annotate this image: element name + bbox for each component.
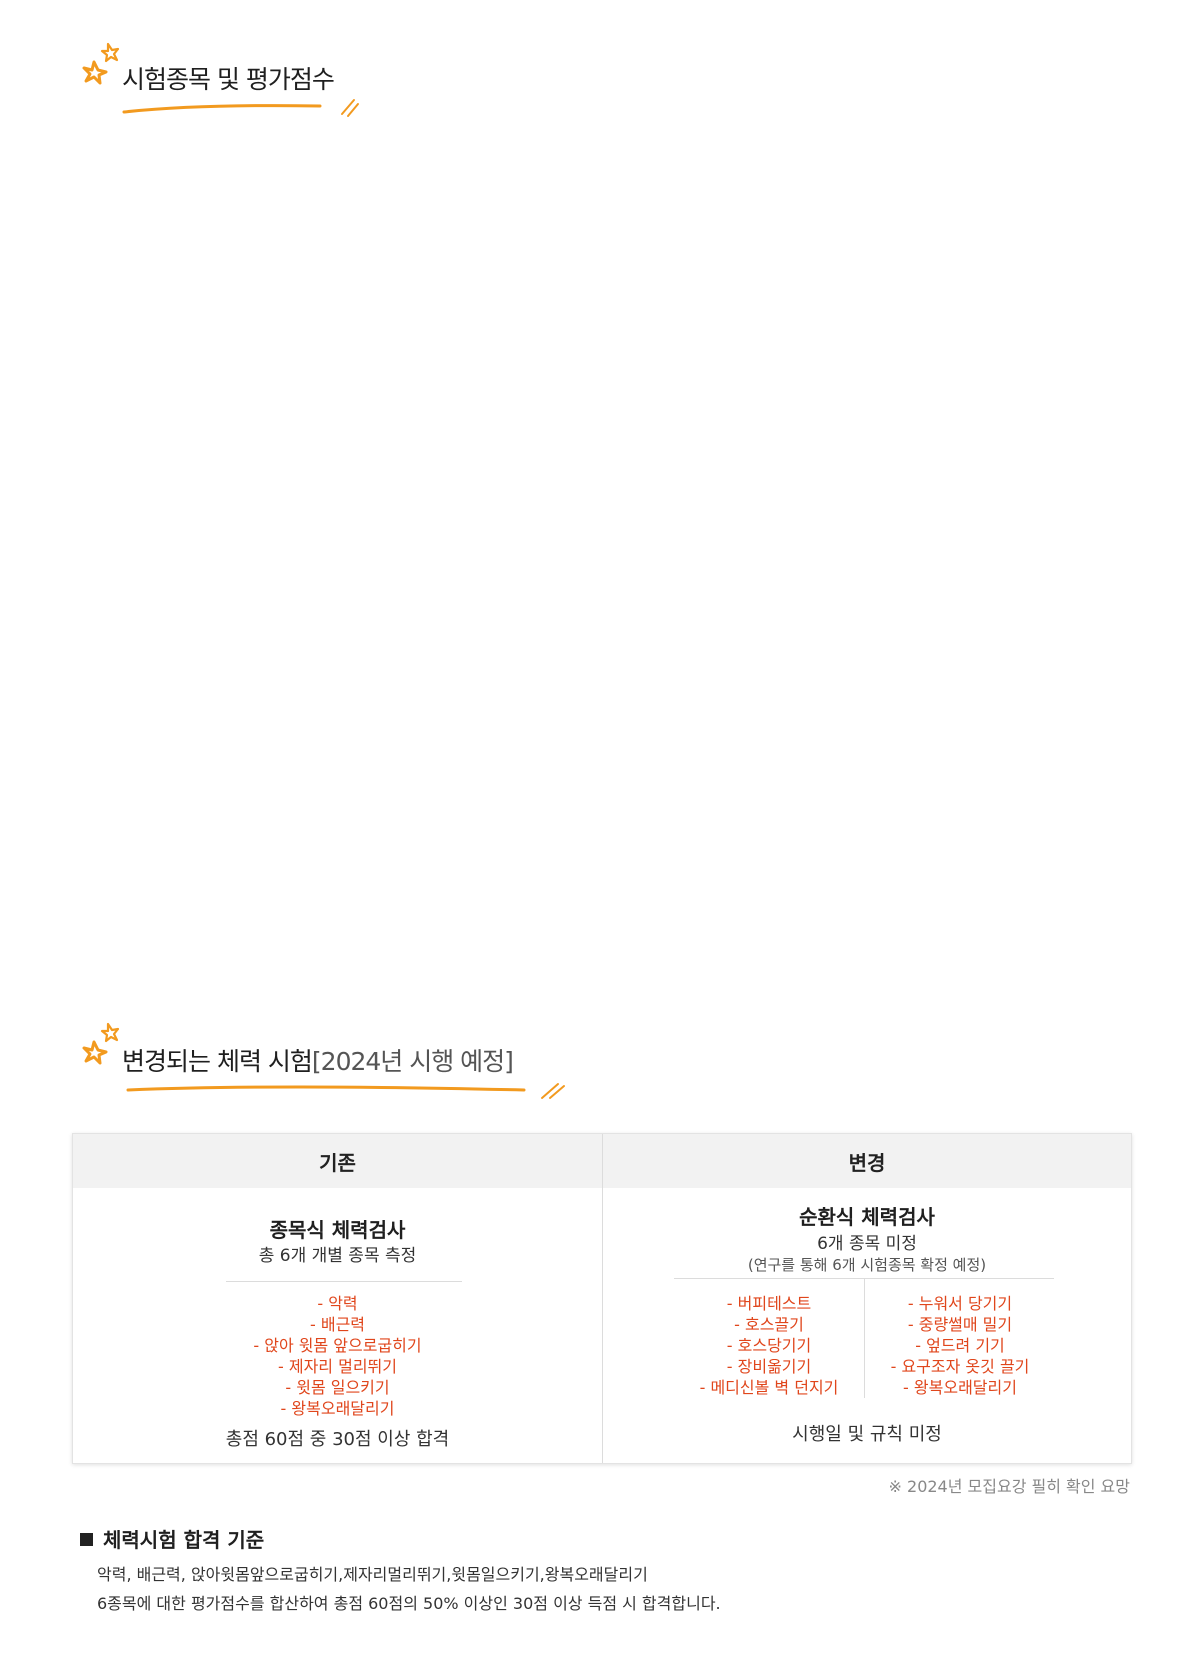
- list-item: 장비옮기기: [674, 1356, 864, 1377]
- criteria-heading: 체력시험 합격 기준: [80, 1524, 264, 1553]
- changed-plan-name: 순환식 체력검사: [799, 1205, 935, 1229]
- existing-plan-sub: 총 6개 개별 종목 측정: [258, 1246, 417, 1266]
- changed-items-right-list: 누워서 당기기 중량썰매 밀기 엎드려 기기 요구조자 옷깃 끌기 왕복오래달리…: [865, 1293, 1055, 1398]
- list-item: 호스당기기: [674, 1335, 864, 1356]
- column-divider: [602, 1134, 603, 1463]
- list-item: 왕복오래달리기: [865, 1377, 1055, 1398]
- list-item: 중량썰매 밀기: [865, 1314, 1055, 1335]
- section-heading-exam-items: 시험종목 및 평가점수: [72, 40, 392, 120]
- criteria-line-1: 악력, 배근력, 앉아윗몸앞으로굽히기,제자리멀리뛰기,윗몸일으키기,왕복오래달…: [97, 1565, 648, 1584]
- list-item: 누워서 당기기: [865, 1293, 1055, 1314]
- criteria-line-2: 6종목에 대한 평가점수를 합산하여 총점 60점의 50% 이상인 30점 이…: [97, 1594, 721, 1613]
- table-header-existing: 기존: [73, 1134, 602, 1188]
- changed-plan-sub: 6개 종목 미정: [817, 1234, 917, 1254]
- comparison-table: 기존 변경 종목식 체력검사 총 6개 개별 종목 측정 악력 배근력 앉아 윗…: [72, 1133, 1132, 1464]
- changed-items-left-list: 버피테스트 호스끌기 호스당기기 장비옮기기 메디신볼 벽 던지기: [674, 1293, 864, 1398]
- list-item: 제자리 멀리뛰기: [73, 1356, 602, 1377]
- changed-plan-note: (연구를 통해 6개 시험종목 확정 예정): [747, 1256, 987, 1274]
- criteria-title-text: 체력시험 합격 기준: [103, 1528, 265, 1552]
- list-item: 왕복오래달리기: [73, 1398, 602, 1419]
- square-bullet-icon: [80, 1533, 93, 1546]
- list-item: 요구조자 옷깃 끌기: [865, 1356, 1055, 1377]
- list-item: 메디신볼 벽 던지기: [674, 1377, 864, 1398]
- brush-underline: [122, 99, 359, 117]
- existing-pass-criteria: 총점 60점 중 30점 이상 합격: [225, 1429, 450, 1450]
- list-item: 버피테스트: [674, 1293, 864, 1314]
- list-item: 앉아 윗몸 앞으로굽히기: [73, 1335, 602, 1356]
- list-item: 호스끌기: [674, 1314, 864, 1335]
- brush-underline: [126, 1083, 565, 1099]
- section-heading-fitness-change: 변경되는 체력 시험[2024년 시행 예정]: [72, 1020, 592, 1100]
- list-item: 엎드려 기기: [865, 1335, 1055, 1356]
- footnote: ※ 2024년 모집요강 필히 확인 요망: [888, 1477, 1130, 1496]
- changed-pass-criteria: 시행일 및 규칙 미정: [792, 1424, 942, 1445]
- divider: [226, 1281, 462, 1282]
- list-item: 배근력: [73, 1314, 602, 1335]
- existing-items-list: 악력 배근력 앉아 윗몸 앞으로굽히기 제자리 멀리뛰기 윗몸 일으키기 왕복오…: [73, 1293, 602, 1419]
- existing-plan-name: 종목식 체력검사: [269, 1218, 406, 1242]
- table-header-changed: 변경: [603, 1134, 1131, 1188]
- list-item: 악력: [73, 1293, 602, 1314]
- list-item: 윗몸 일으키기: [73, 1377, 602, 1398]
